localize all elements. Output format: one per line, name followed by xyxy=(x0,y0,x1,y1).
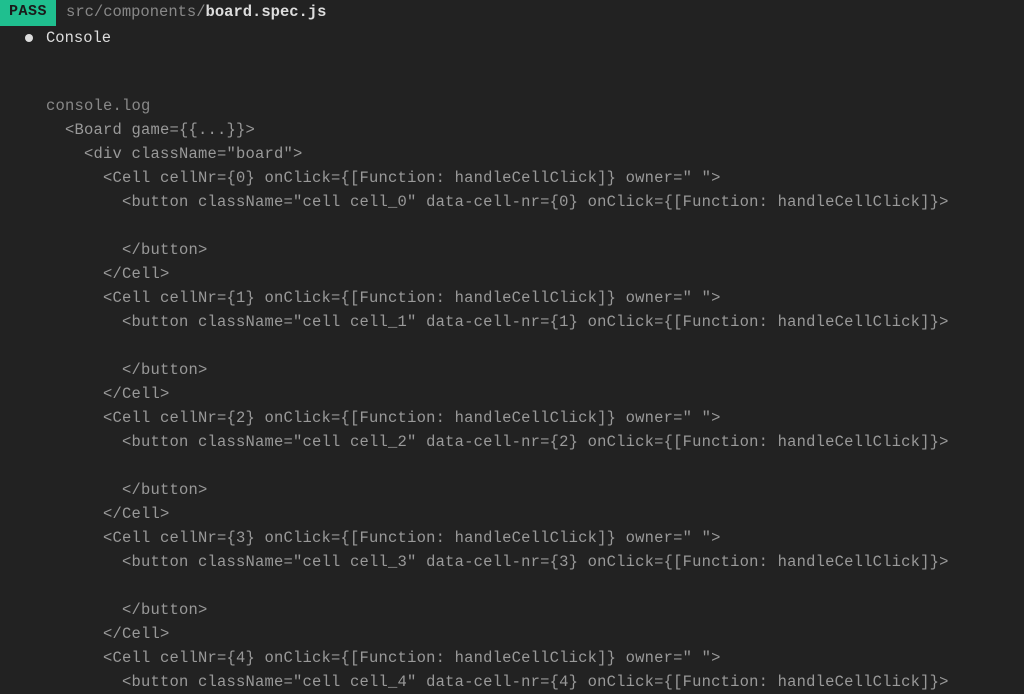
tree-line: <Cell cellNr={1} onClick={[Function: han… xyxy=(46,289,721,307)
tree-line: </Cell> xyxy=(46,625,170,643)
tree-line: <div className="board"> xyxy=(46,145,303,163)
tree-line xyxy=(46,217,56,235)
tree-line xyxy=(46,577,56,595)
tree-line: </Cell> xyxy=(46,385,170,403)
tree-line: </button> xyxy=(46,241,208,259)
log-output: console.log <Board game={{...}}> <div cl… xyxy=(0,50,1024,694)
tree-line: </button> xyxy=(46,481,208,499)
file-path: src/components/board.spec.js xyxy=(66,0,326,24)
log-label: console.log xyxy=(46,97,151,115)
tree-line: </button> xyxy=(46,361,208,379)
tree-line: <Board game={{...}}> xyxy=(46,121,255,139)
tree-line: <button className="cell cell_0" data-cel… xyxy=(46,193,949,211)
tree-line: </Cell> xyxy=(46,505,170,523)
filename: board.spec.js xyxy=(206,3,327,21)
tree-line: <Cell cellNr={4} onClick={[Function: han… xyxy=(46,649,721,667)
pass-badge: PASS xyxy=(0,0,56,26)
tree-line: </button> xyxy=(46,601,208,619)
tree-line: </Cell> xyxy=(46,265,170,283)
tree-line xyxy=(46,457,56,475)
tree-line: <button className="cell cell_3" data-cel… xyxy=(46,553,949,571)
tree-line: <Cell cellNr={3} onClick={[Function: han… xyxy=(46,529,721,547)
tree-line: <button className="cell cell_1" data-cel… xyxy=(46,313,949,331)
tree-line: <button className="cell cell_2" data-cel… xyxy=(46,433,949,451)
console-header[interactable]: Console xyxy=(0,26,1024,50)
tree-line: <Cell cellNr={0} onClick={[Function: han… xyxy=(46,169,721,187)
bullet-icon xyxy=(25,34,33,42)
console-label: Console xyxy=(46,26,111,50)
tree-line: <Cell cellNr={2} onClick={[Function: han… xyxy=(46,409,721,427)
path-prefix: src/components/ xyxy=(66,3,206,21)
tree-line: <button className="cell cell_4" data-cel… xyxy=(46,673,949,691)
test-header: PASS src/components/board.spec.js xyxy=(0,0,1024,24)
tree-line xyxy=(46,337,56,355)
